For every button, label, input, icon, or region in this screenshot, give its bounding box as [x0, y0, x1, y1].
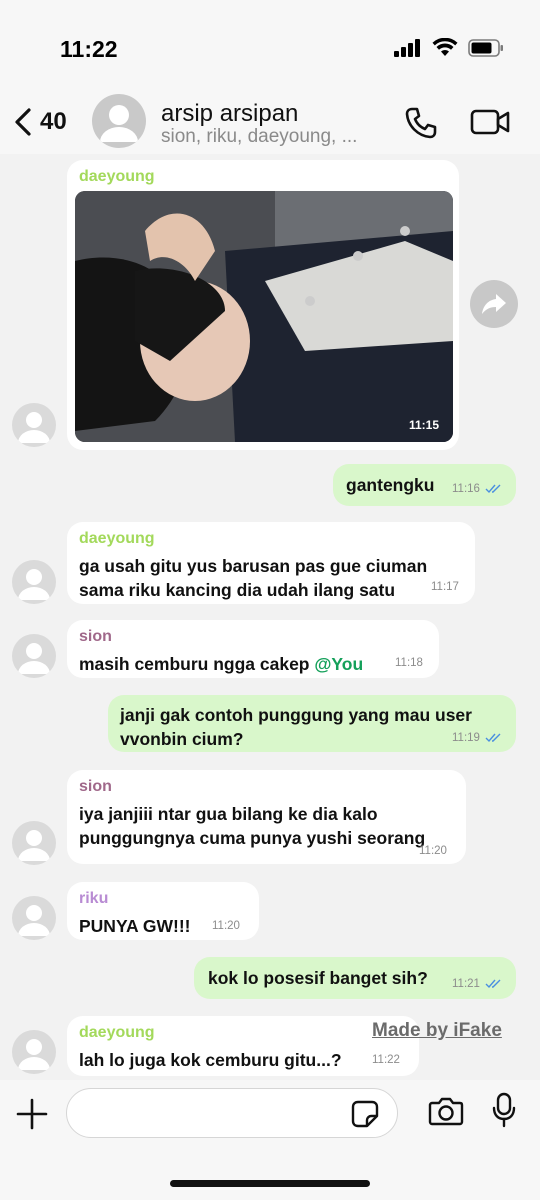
person-icon [18, 830, 50, 861]
sender-name: sion [79, 778, 112, 795]
sender-name: daeyoung [79, 530, 155, 547]
person-icon [18, 643, 50, 674]
message-text-line: vvonbin cium? [120, 729, 244, 749]
sticker-icon [351, 1100, 379, 1128]
message-text-line: punggungnya cuma punya yushi seorang [79, 828, 426, 848]
video-camera-icon [470, 109, 510, 135]
camera-button[interactable] [428, 1096, 464, 1131]
group-avatar[interactable] [92, 94, 146, 148]
message-time: 11:21 [452, 978, 480, 990]
sender-name: riku [79, 890, 109, 907]
avatar[interactable] [12, 1030, 56, 1074]
read-receipt-icon [485, 979, 501, 989]
sticker-button[interactable] [350, 1099, 380, 1134]
group-title[interactable]: arsip arsipan [161, 100, 298, 128]
message-time: 11:16 [452, 483, 480, 495]
watermark: Made by iFake [372, 1020, 502, 1041]
sender-name: sion [79, 628, 112, 645]
incoming-message[interactable]: sion iya janjiii ntar gua bilang ke dia … [67, 770, 466, 864]
message-body: masih cemburu ngga cakep [79, 654, 315, 674]
message-text-line: ga usah gitu yus barusan pas gue ciuman [79, 556, 428, 576]
photo-image [75, 191, 453, 442]
person-icon [18, 1039, 50, 1070]
status-time: 11:22 [60, 36, 118, 62]
voice-call-button[interactable] [404, 106, 438, 145]
outgoing-message[interactable]: gantengku 11:16 [333, 464, 516, 506]
message-text: lah lo juga kok cemburu gitu...? [79, 1050, 342, 1070]
plus-icon [16, 1098, 48, 1130]
back-chevron-icon [15, 108, 31, 136]
read-receipt-icon [485, 733, 501, 743]
battery-icon [468, 39, 503, 57]
avatar[interactable] [12, 634, 56, 678]
outgoing-message[interactable]: janji gak contoh punggung yang mau user … [108, 695, 516, 752]
avatar[interactable] [12, 403, 56, 447]
person-icon [100, 105, 138, 142]
message-input[interactable] [66, 1088, 398, 1138]
message-photo[interactable]: 11:15 [75, 191, 453, 442]
message-time: 11:20 [419, 845, 447, 857]
sender-name: daeyoung [79, 168, 155, 185]
incoming-message[interactable]: daeyoung ga usah gitu yus barusan pas gu… [67, 522, 475, 604]
user-mention[interactable]: @You [314, 654, 363, 674]
message-text-line: janji gak contoh punggung yang mau user [120, 705, 472, 725]
back-button[interactable]: 40 [14, 108, 67, 136]
microphone-icon [492, 1092, 516, 1128]
avatar[interactable] [12, 821, 56, 865]
message-text: masih cemburu ngga cakep @You [79, 652, 427, 676]
group-members[interactable]: sion, riku, daeyoung, ... [161, 126, 357, 148]
message-time: 11:15 [408, 418, 439, 432]
outgoing-message[interactable]: kok lo posesif banget sih? 11:21 [194, 957, 516, 999]
sender-name: daeyoung [79, 1024, 155, 1041]
forward-icon [482, 294, 506, 314]
message-time: 11:20 [212, 920, 240, 932]
home-indicator[interactable] [170, 1180, 370, 1187]
status-bar: 11:22 [0, 0, 540, 95]
incoming-message[interactable]: riku PUNYA GW!!! 11:20 [67, 882, 259, 940]
message-time: 11:17 [431, 581, 459, 593]
chat-header: 40 arsip arsipan sion, riku, daeyoung, .… [0, 90, 540, 154]
status-icons [394, 38, 504, 58]
avatar[interactable] [12, 896, 56, 940]
message-text-line: iya janjiii ntar gua bilang ke dia kalo [79, 804, 378, 824]
read-receipt-icon [485, 484, 501, 494]
phone-icon [405, 107, 437, 139]
person-icon [18, 569, 50, 600]
forward-button[interactable] [470, 280, 518, 328]
unread-count: 40 [40, 108, 67, 135]
person-icon [18, 412, 50, 443]
person-icon [18, 905, 50, 936]
avatar[interactable] [12, 560, 56, 604]
signal-icon [394, 39, 420, 57]
incoming-message[interactable]: sion masih cemburu ngga cakep @You 11:18 [67, 620, 439, 678]
message-text: kok lo posesif banget sih? [208, 968, 428, 988]
message-time: 11:19 [452, 732, 480, 744]
message-time: 11:22 [372, 1054, 400, 1066]
message-text: gantengku [346, 475, 435, 495]
wifi-icon [432, 38, 458, 56]
message-text-line: sama riku kancing dia udah ilang satu [79, 580, 396, 600]
attach-button[interactable] [16, 1098, 48, 1135]
incoming-message[interactable]: daeyoung lah lo juga kok cemburu gitu...… [67, 1016, 419, 1076]
video-call-button[interactable] [470, 108, 510, 141]
microphone-button[interactable] [492, 1092, 516, 1133]
message-time: 11:18 [395, 657, 423, 669]
camera-icon [428, 1097, 464, 1126]
